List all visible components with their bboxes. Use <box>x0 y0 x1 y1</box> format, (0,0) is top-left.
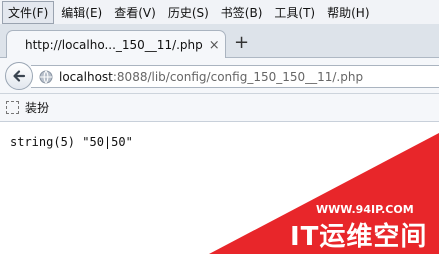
back-arrow-icon <box>13 70 26 82</box>
menu-file[interactable]: 文件(F) <box>2 0 55 24</box>
url-host: localhost <box>59 69 113 84</box>
menu-help[interactable]: 帮助(H) <box>322 2 374 23</box>
bookmark-page-icon <box>6 101 19 114</box>
url-path: :8088/lib/config/config_150_150__11/.php <box>112 69 364 84</box>
new-tab-button[interactable]: + <box>234 32 249 53</box>
back-button[interactable] <box>5 62 33 90</box>
page-content: string(5) "50|50" <box>0 123 439 254</box>
url-bar[interactable]: localhost:8088/lib/config/config_150_150… <box>31 65 439 88</box>
tab-title: http://localho..._150__11/.php <box>25 38 203 52</box>
php-output: string(5) "50|50" <box>10 135 133 149</box>
menu-view[interactable]: 查看(V) <box>109 2 161 23</box>
tab-close-icon[interactable]: × <box>209 38 220 53</box>
globe-icon <box>39 70 53 83</box>
menu-edit[interactable]: 编辑(E) <box>56 2 107 23</box>
menu-tools[interactable]: 工具(T) <box>269 2 320 23</box>
menu-history[interactable]: 历史(S) <box>163 2 214 23</box>
bookmarks-toolbar: 装扮 <box>0 94 439 122</box>
browser-tab[interactable]: http://localho..._150__11/.php × <box>6 30 226 59</box>
navigation-bar: localhost:8088/lib/config/config_150_150… <box>0 58 439 94</box>
menu-bar: 文件(F) 编辑(E) 查看(V) 历史(S) 书签(B) 工具(T) 帮助(H… <box>0 0 439 24</box>
menu-bookmarks[interactable]: 书签(B) <box>216 2 268 23</box>
tab-strip: http://localho..._150__11/.php × + <box>0 24 439 59</box>
bookmark-item[interactable]: 装扮 <box>25 99 49 116</box>
